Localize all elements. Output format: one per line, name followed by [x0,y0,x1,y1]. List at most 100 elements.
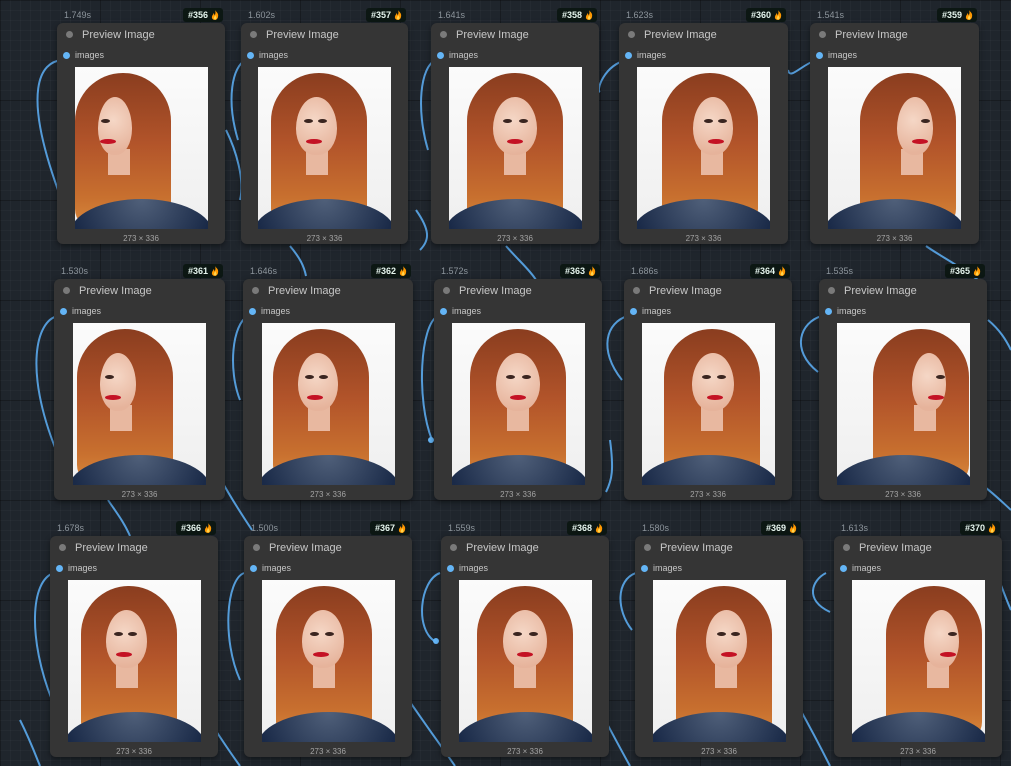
collapse-toggle-icon[interactable] [66,31,73,38]
preview-image-node-365[interactable]: 1.535s #365 Preview Image images 273 × 3… [819,264,987,500]
execution-time: 1.541s [817,10,845,20]
node-title-bar[interactable]: Preview Image [635,536,803,559]
collapse-toggle-icon[interactable] [250,31,257,38]
preview-image-node-360[interactable]: 1.623s #360 Preview Image images 273 × 3… [619,8,788,244]
portrait-face [493,97,537,155]
node-title-bar[interactable]: Preview Image [431,23,599,46]
images-input-port[interactable]: images [625,50,666,60]
portrait-eye [518,119,528,123]
preview-image[interactable] [449,67,582,229]
preview-image[interactable] [75,67,208,229]
preview-image-node-364[interactable]: 1.686s #364 Preview Image images 273 × 3… [624,264,792,500]
preview-image-node-368[interactable]: 1.559s #368 Preview Image images 273 × 3… [441,521,609,757]
node-title-bar[interactable]: Preview Image [819,279,987,302]
input-slot-dot-icon[interactable] [641,564,648,572]
images-input-port[interactable]: images [447,563,488,573]
images-input-port[interactable]: images [63,50,104,60]
collapse-toggle-icon[interactable] [644,544,651,551]
images-input-port[interactable]: images [816,50,857,60]
input-slot-dot-icon[interactable] [630,307,637,315]
images-input-port[interactable]: images [840,563,881,573]
preview-image[interactable] [637,67,770,229]
node-title-bar[interactable]: Preview Image [834,536,1002,559]
collapse-toggle-icon[interactable] [450,544,457,551]
portrait-eye [505,375,515,379]
preview-image[interactable] [452,323,585,485]
preview-image[interactable] [73,323,206,485]
collapse-toggle-icon[interactable] [252,287,259,294]
preview-image-node-370[interactable]: 1.613s #370 Preview Image images 273 × 3… [834,521,1002,757]
preview-image-node-357[interactable]: 1.602s #357 Preview Image images 273 × 3… [241,8,408,244]
node-title-bar[interactable]: Preview Image [434,279,602,302]
preview-image[interactable] [459,580,592,742]
collapse-toggle-icon[interactable] [443,287,450,294]
preview-image-node-356[interactable]: 1.749s #356 Preview Image images 273 × 3… [57,8,225,244]
node-title-bar[interactable]: Preview Image [54,279,225,302]
node-title-bar[interactable]: Preview Image [619,23,788,46]
images-input-port[interactable]: images [825,306,866,316]
images-input-port[interactable]: images [250,563,291,573]
preview-image[interactable] [68,580,201,742]
preview-image[interactable] [837,323,970,485]
portrait-lips [104,395,121,400]
images-input-port[interactable]: images [437,50,478,60]
collapse-toggle-icon[interactable] [633,287,640,294]
portrait-lips [517,652,533,657]
preview-image-node-369[interactable]: 1.580s #369 Preview Image images 273 × 3… [635,521,803,757]
preview-image[interactable] [262,580,395,742]
preview-image[interactable] [262,323,395,485]
images-input-port[interactable]: images [440,306,481,316]
input-slot-dot-icon[interactable] [825,307,832,315]
input-slot-dot-icon[interactable] [437,51,444,59]
portrait-lips [706,395,723,400]
images-input-port[interactable]: images [56,563,97,573]
images-input-port[interactable]: images [247,50,288,60]
preview-image[interactable] [852,580,985,742]
collapse-toggle-icon[interactable] [828,287,835,294]
input-slot-dot-icon[interactable] [60,307,67,315]
preview-image-node-362[interactable]: 1.646s #362 Preview Image images 273 × 3… [243,264,413,500]
preview-image[interactable] [642,323,775,485]
portrait-eye [303,119,313,123]
input-slot-dot-icon[interactable] [63,51,70,59]
preview-image-node-366[interactable]: 1.678s #366 Preview Image images 273 × 3… [50,521,218,757]
input-slot-dot-icon[interactable] [440,307,447,315]
node-title-bar[interactable]: Preview Image [241,23,408,46]
node-title-bar[interactable]: Preview Image [50,536,218,559]
preview-image-node-367[interactable]: 1.500s #367 Preview Image images 273 × 3… [244,521,412,757]
preview-image-node-358[interactable]: 1.641s #358 Preview Image images 273 × 3… [431,8,599,244]
preview-image-node-359[interactable]: 1.541s #359 Preview Image images 273 × 3… [810,8,979,244]
images-input-port[interactable]: images [249,306,290,316]
node-title: Preview Image [82,28,155,41]
input-slot-dot-icon[interactable] [250,564,257,572]
images-input-port[interactable]: images [630,306,671,316]
input-slot-dot-icon[interactable] [249,307,256,315]
preview-image[interactable] [653,580,786,742]
images-input-port[interactable]: images [60,306,101,316]
collapse-toggle-icon[interactable] [253,544,260,551]
input-slot-dot-icon[interactable] [816,51,823,59]
node-title-bar[interactable]: Preview Image [810,23,979,46]
input-slot-dot-icon[interactable] [56,564,63,572]
preview-image-node-361[interactable]: 1.530s #361 Preview Image images 273 × 3… [54,264,225,500]
node-title-bar[interactable]: Preview Image [244,536,412,559]
node-title-bar[interactable]: Preview Image [624,279,792,302]
collapse-toggle-icon[interactable] [843,544,850,551]
node-title-bar[interactable]: Preview Image [243,279,413,302]
preview-image-node-363[interactable]: 1.572s #363 Preview Image images 273 × 3… [434,264,602,500]
input-slot-dot-icon[interactable] [840,564,847,572]
preview-image[interactable] [258,67,391,229]
collapse-toggle-icon[interactable] [63,287,70,294]
node-title-bar[interactable]: Preview Image [441,536,609,559]
preview-image[interactable] [828,67,961,229]
collapse-toggle-icon[interactable] [440,31,447,38]
fire-icon [211,266,219,276]
input-slot-dot-icon[interactable] [447,564,454,572]
input-slot-dot-icon[interactable] [625,51,632,59]
collapse-toggle-icon[interactable] [819,31,826,38]
collapse-toggle-icon[interactable] [59,544,66,551]
node-title-bar[interactable]: Preview Image [57,23,225,46]
collapse-toggle-icon[interactable] [628,31,635,38]
images-input-port[interactable]: images [641,563,682,573]
input-slot-dot-icon[interactable] [247,51,254,59]
